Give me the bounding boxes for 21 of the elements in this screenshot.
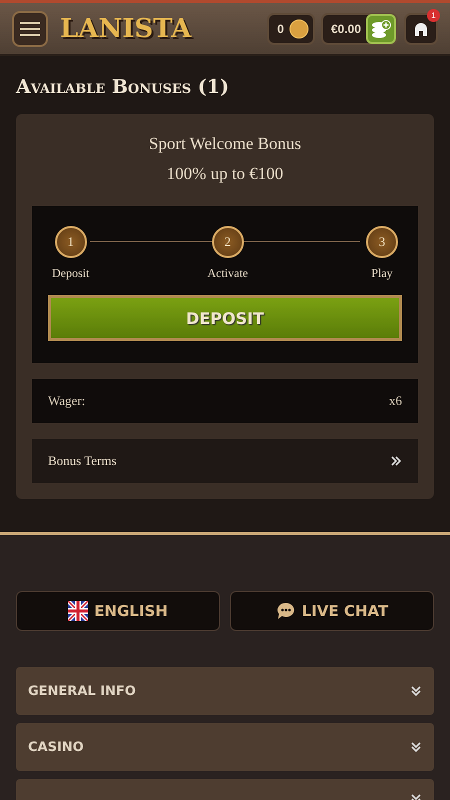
wager-label: Wager: — [48, 393, 86, 409]
language-button[interactable]: ENGLISH — [16, 591, 220, 631]
wager-value: x6 — [389, 393, 402, 409]
live-chat-button[interactable]: LIVE CHAT — [230, 591, 434, 631]
coins-display[interactable]: 0 — [267, 12, 315, 44]
notification-badge: 1 — [427, 8, 440, 22]
bonus-terms-link[interactable]: Bonus Terms — [32, 439, 418, 483]
step-label: Play — [371, 266, 393, 281]
logo[interactable]: LANISTA — [60, 14, 192, 44]
bonus-title: Sport Welcome Bonus — [148, 134, 302, 154]
step-number: 1 — [54, 226, 87, 258]
accordion-section[interactable]: GENERAL INFO — [16, 667, 434, 715]
step-number: 2 — [212, 226, 244, 258]
bonus-offer: 100% up to €100 — [166, 164, 284, 184]
step-label: Activate — [207, 266, 248, 281]
page-title: Available Bonuses (1) — [16, 76, 230, 98]
accordion-section[interactable]: CASINO — [16, 723, 434, 771]
balance: €0.00 — [330, 22, 361, 36]
step-label: Deposit — [52, 266, 90, 281]
step-number: 3 — [366, 226, 398, 258]
coin-count: 0 — [277, 22, 284, 36]
